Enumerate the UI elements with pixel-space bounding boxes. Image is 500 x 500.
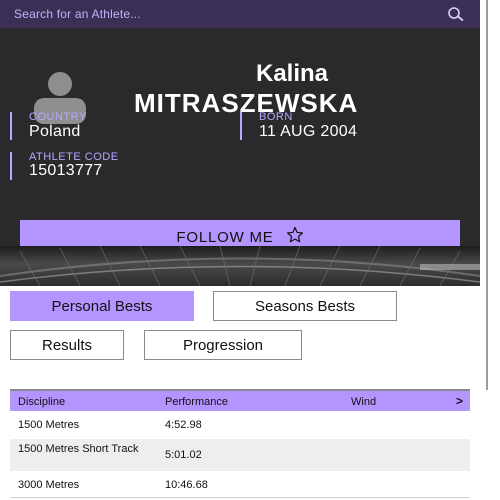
tabs-panel: Personal Bests Seasons Bests Results Pro…	[0, 286, 480, 390]
tab-seasons-bests[interactable]: Seasons Bests	[213, 291, 397, 321]
scrollbar-track[interactable]	[486, 0, 488, 390]
divider	[240, 112, 242, 140]
country-value: Poland	[29, 123, 81, 140]
tab-label: Personal Bests	[51, 297, 153, 315]
cell-performance: 4:52.98	[165, 419, 202, 431]
search-icon[interactable]	[446, 6, 466, 22]
row-divider	[10, 497, 470, 498]
cell-discipline: 3000 Metres	[18, 479, 80, 491]
table-row[interactable]: 1500 Metres Short Track 5:01.02	[10, 439, 470, 471]
star-icon	[286, 226, 304, 248]
tab-personal-bests[interactable]: Personal Bests	[10, 291, 194, 321]
divider	[10, 112, 12, 140]
country-label: COUNTRY	[29, 111, 87, 123]
search-bar[interactable]: Search for an Athlete...	[0, 0, 480, 29]
born-label: BORN	[259, 111, 293, 123]
stadium-banner-image	[0, 246, 480, 286]
athlete-last-name: MITRASZEWSKA	[134, 88, 359, 118]
athlete-card: Kalina MITRASZEWSKA COUNTRY Poland BORN …	[0, 28, 480, 254]
follow-button-label: FOLLOW ME	[176, 228, 274, 246]
cell-performance: 5:01.02	[165, 449, 202, 461]
table-header: Discipline Performance Wind >	[10, 389, 470, 413]
column-header-wind: Wind	[351, 396, 377, 408]
search-placeholder: Search for an Athlete...	[14, 7, 141, 21]
table-row[interactable]: 3000 Metres 10:46.68	[10, 471, 470, 497]
tab-progression[interactable]: Progression	[144, 330, 302, 360]
tab-results[interactable]: Results	[10, 330, 124, 360]
scroll-right-icon[interactable]: >	[456, 394, 463, 408]
athlete-first-name: Kalina	[256, 60, 329, 87]
tab-label: Progression	[182, 336, 264, 354]
born-value: 11 AUG 2004	[259, 123, 358, 140]
divider	[10, 152, 12, 180]
tab-label: Seasons Bests	[254, 297, 356, 315]
column-header-performance: Performance	[165, 396, 228, 408]
column-header-discipline: Discipline	[18, 396, 66, 408]
athlete-code-value: 15013777	[29, 162, 103, 179]
cell-discipline: 1500 Metres	[18, 419, 80, 431]
right-edge	[480, 0, 500, 500]
tab-label: Results	[41, 336, 93, 354]
cell-performance: 10:46.68	[165, 479, 208, 491]
cell-discipline: 1500 Metres Short Track	[18, 443, 139, 455]
table-row[interactable]: 1500 Metres 4:52.98	[10, 411, 470, 439]
